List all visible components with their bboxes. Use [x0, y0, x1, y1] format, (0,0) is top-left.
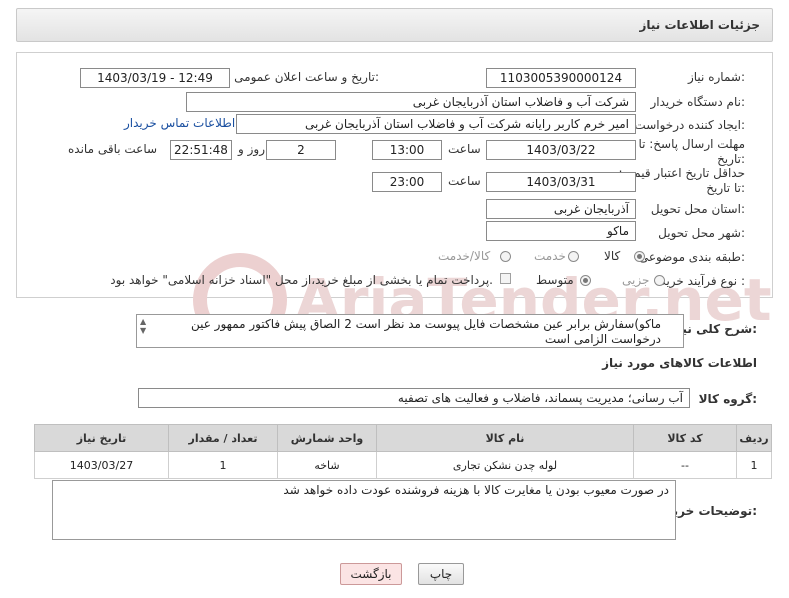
price-validity-date-field: 1403/03/31 [486, 172, 636, 192]
col-goods-name: نام کالا [376, 424, 634, 452]
price-validity-time-label: ساعت [448, 174, 481, 188]
province-label: استان محل تحویل: [650, 202, 745, 216]
days-label: روز و [238, 142, 265, 156]
page-title: جزئیات اطلاعات نیاز [639, 18, 760, 32]
buyer-notes-textarea[interactable]: در صورت معیوب بودن یا مغایرت کالا با هزی… [52, 480, 676, 540]
process-option-medium: متوسط [536, 273, 574, 287]
cell-goods-name: لوله چدن نشکن تجاری [376, 451, 634, 479]
buyer-org-field: شرکت آب و فاضلاب استان آذربایجان غربی [186, 92, 636, 112]
cell-quantity: 1 [168, 451, 278, 479]
remaining-time-field: 22:51:48 [170, 140, 232, 160]
buyer-contact-link[interactable]: اطلاعات تماس خریدار [124, 116, 235, 130]
category-option-goods-service: کالا/خدمت [438, 249, 491, 263]
goods-group-field: آب رسانی؛ مدیریت پسماند، فاضلاب و فعالیت… [138, 388, 690, 408]
deadline-label: مهلت ارسال پاسخ: تا تاریخ: [638, 137, 745, 166]
process-radio-medium[interactable] [580, 275, 591, 286]
table-row: 1 -- لوله چدن نشکن تجاری شاخه 1 1403/03/… [34, 451, 772, 479]
category-label: طبقه بندی موضوعی: [638, 250, 745, 264]
creator-label: ایجاد کننده درخواست: [634, 118, 745, 132]
back-button[interactable]: بازگشت [340, 563, 402, 585]
category-radio-service[interactable] [568, 251, 579, 262]
page-title-bar: جزئیات اطلاعات نیاز [16, 8, 773, 42]
treasury-payment-note: پرداخت تمام یا بخشی از مبلغ خرید،از محل … [110, 273, 493, 287]
deadline-date-field: 1403/03/22 [486, 140, 636, 160]
category-radio-goods-service[interactable] [500, 251, 511, 262]
col-goods-code: کد کالا [633, 424, 737, 452]
cell-need-date: 1403/03/27 [34, 451, 169, 479]
category-radio-goods[interactable] [634, 251, 645, 262]
deadline-time-label: ساعت [448, 142, 481, 156]
city-label: شهر محل تحویل: [658, 226, 745, 240]
cell-unit: شاخه [277, 451, 377, 479]
creator-field: امیر خرم کاربر رایانه شرکت آب و فاضلاب ا… [236, 114, 636, 134]
days-field: 2 [266, 140, 336, 160]
goods-table: ردیف کد کالا نام کالا واحد شمارش تعداد /… [34, 424, 772, 479]
province-field: آذربایجان غربی [486, 199, 636, 219]
goods-section-title: اطلاعات کالاهای مورد نیاز [602, 356, 757, 370]
city-field: ماکو [486, 221, 636, 241]
cell-row-number: 1 [736, 451, 772, 479]
scroll-arrows-icon[interactable]: ▲ ▼ [140, 317, 146, 335]
treasury-payment-checkbox[interactable] [500, 273, 511, 284]
col-unit: واحد شمارش [277, 424, 377, 452]
process-radio-minor[interactable] [654, 275, 665, 286]
goods-table-header: ردیف کد کالا نام کالا واحد شمارش تعداد /… [34, 424, 772, 452]
description-textarea[interactable]: ماکو)سفارش برابر عین مشخصات فایل پیوست م… [136, 314, 684, 348]
need-number-label: شماره نیاز: [687, 70, 745, 84]
col-need-date: تاریخ نیاز [34, 424, 169, 452]
goods-group-label: گروه کالا: [698, 392, 757, 406]
process-label: نوع فرآیند خرید : [660, 274, 745, 288]
print-button[interactable]: چاپ [418, 563, 464, 585]
deadline-time-field: 13:00 [372, 140, 442, 160]
col-row-number: ردیف [736, 424, 772, 452]
col-quantity: تعداد / مقدار [168, 424, 278, 452]
announce-datetime-field: 1403/03/19 - 12:49 [80, 68, 230, 88]
process-option-minor: جزیی [622, 273, 650, 287]
need-number-field: 1103005390000124 [486, 68, 636, 88]
cell-goods-code: -- [633, 451, 737, 479]
buyer-org-label: نام دستگاه خریدار: [650, 95, 746, 109]
announce-label: تاریخ و ساعت اعلان عمومی: [234, 70, 379, 84]
price-validity-time-field: 23:00 [372, 172, 442, 192]
category-option-service: خدمت [534, 249, 566, 263]
category-option-goods: کالا [604, 249, 621, 263]
remaining-time-label: ساعت باقی مانده [68, 142, 158, 156]
